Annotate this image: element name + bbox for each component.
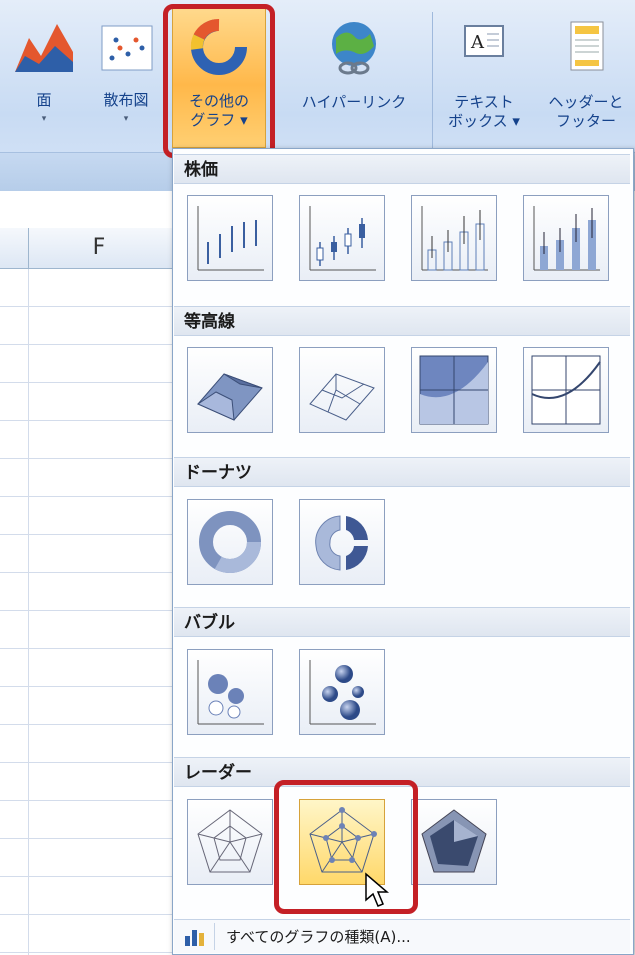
doughnut-icon <box>199 511 261 573</box>
exploded-doughnut-tile[interactable] <box>299 499 385 585</box>
bubble-icon <box>197 660 264 725</box>
globe-link-icon <box>332 22 376 75</box>
radar-tile[interactable] <box>187 799 273 885</box>
wireframe-3d-surface-tile[interactable] <box>299 347 385 433</box>
scatter-chart-icon <box>101 25 153 71</box>
stock-vhlc-icon <box>421 206 488 271</box>
section-header-surface: 等高線 <box>174 306 630 336</box>
group-separator <box>432 12 433 150</box>
hyperlink-button[interactable]: ハイパーリンク <box>284 18 424 112</box>
section-header-stock: 株価 <box>174 154 630 184</box>
wireframe-surface-icon <box>309 373 375 421</box>
contour-tile[interactable] <box>411 347 497 433</box>
chart-types-icon <box>185 930 204 946</box>
stock-ohlc-icon <box>309 206 376 271</box>
surface-3d-icon <box>196 373 263 421</box>
doughnut-tile[interactable] <box>187 499 273 585</box>
highlight-frame-radar <box>274 780 418 914</box>
header-footer-icon <box>570 21 604 71</box>
svg-text:A: A <box>470 32 485 53</box>
highlight-frame <box>163 4 275 158</box>
stock-vohlc-icon <box>533 206 600 271</box>
section-header-doughnut: ドーナツ <box>174 457 630 487</box>
bubble-tile[interactable] <box>187 649 273 735</box>
mouse-pointer-icon <box>365 872 390 907</box>
exploded-doughnut-icon <box>315 515 368 571</box>
header-footer-button[interactable]: ヘッダーと フッター <box>540 18 632 131</box>
filled-radar-tile[interactable] <box>411 799 497 885</box>
stock-chart-hlc-tile[interactable] <box>187 195 273 281</box>
stock-chart-vohlc-tile[interactable] <box>523 195 609 281</box>
scatter-chart-button[interactable]: 散布図 ▾ <box>90 18 162 129</box>
contour-icon <box>419 355 489 425</box>
wireframe-contour-icon <box>531 355 601 425</box>
bubble-3d-icon <box>309 660 376 725</box>
wireframe-contour-tile[interactable] <box>523 347 609 433</box>
textbox-button[interactable]: A テキスト ボックス ▾ <box>440 18 528 131</box>
column-header-f[interactable]: F <box>28 228 169 268</box>
textbox-icon: A <box>464 25 504 57</box>
section-header-bubble: バブル <box>174 607 630 637</box>
radar-icon <box>197 809 263 873</box>
filled-radar-icon <box>421 809 487 873</box>
area-chart-button[interactable]: 面 ▾ <box>8 18 80 129</box>
all-chart-types-item[interactable]: すべてのグラフの種類(A)... <box>174 919 630 953</box>
area-chart-icon <box>15 24 73 72</box>
all-chart-types-label: すべてのグラフの種類(A)... <box>226 928 411 946</box>
footer-separator <box>214 923 215 950</box>
worksheet-grid[interactable] <box>0 269 178 955</box>
stock-chart-vhlc-tile[interactable] <box>411 195 497 281</box>
bubble-3d-tile[interactable] <box>299 649 385 735</box>
stock-hlc-icon <box>197 206 264 271</box>
surface-3d-tile[interactable] <box>187 347 273 433</box>
grid-vertical-line <box>28 269 29 955</box>
stock-chart-ohlc-tile[interactable] <box>299 195 385 281</box>
